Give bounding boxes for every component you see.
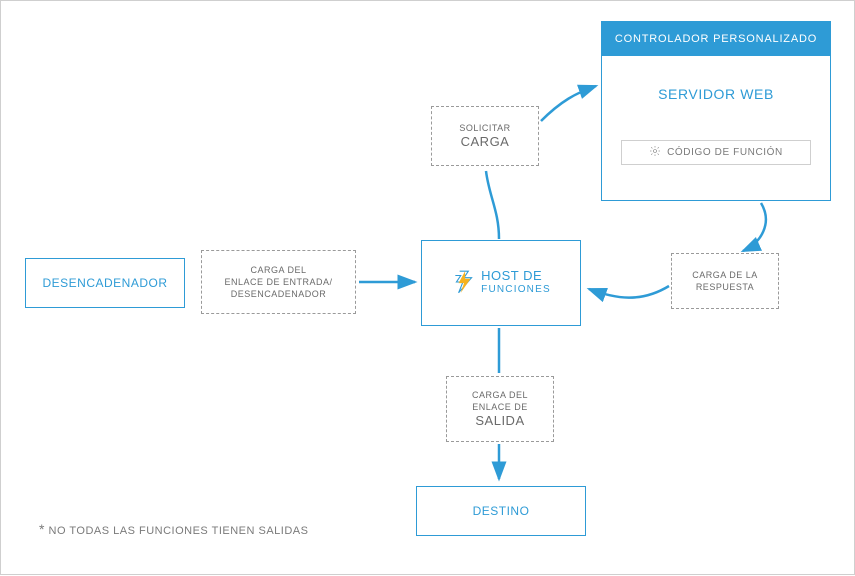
footnote: * NO TODAS LAS FUNCIONES TIENEN SALIDAS [39,521,308,537]
input-payload-line1: CARGA DEL [250,264,306,276]
functions-host-box: HOST DE FUNCIONES [421,240,581,326]
trigger-box: DESENCADENADOR [25,258,185,308]
response-line2: RESPUESTA [696,281,754,293]
destination-box: DESTINO [416,486,586,536]
footnote-asterisk: * [39,521,45,537]
arrow-request-to-controller [541,86,596,121]
arrow-response-to-host [589,286,669,298]
code-pill: CÓDIGO DE FUNCIÓN [621,140,811,165]
functions-host-top: HOST DE [481,269,542,283]
code-pill-label: CÓDIGO DE FUNCIÓN [667,147,783,158]
output-line1: CARGA DEL [472,389,528,401]
request-big: CARGA [461,134,510,150]
custom-controller-header: CONTROLADOR PERSONALIZADO [602,22,830,56]
gear-icon [649,145,661,160]
destination-label: DESTINO [473,504,530,518]
diagram-canvas: DESENCADENADOR CARGA DEL ENLACE DE ENTRA… [0,0,855,575]
arrow-host-to-request [486,171,499,239]
output-payload-box: CARGA DEL ENLACE DE SALIDA [446,376,554,442]
trigger-label: DESENCADENADOR [42,276,167,290]
request-payload-box: SOLICITAR CARGA [431,106,539,166]
output-line2: ENLACE DE [472,401,528,413]
response-line1: CARGA DE LA [692,269,758,281]
output-big: SALIDA [475,413,524,429]
input-payload-box: CARGA DEL ENLACE DE ENTRADA/ DESENCADENA… [201,250,356,314]
response-payload-box: CARGA DE LA RESPUESTA [671,253,779,309]
input-payload-line3: DESENCADENADOR [231,288,327,300]
request-small: SOLICITAR [459,122,510,134]
footnote-text: NO TODAS LAS FUNCIONES TIENEN SALIDAS [49,525,309,537]
functions-host-bottom: FUNCIONES [481,283,551,297]
input-payload-line2: ENLACE DE ENTRADA/ [224,276,332,288]
arrow-controller-to-response [743,203,766,251]
web-server-label: SERVIDOR WEB [658,86,774,102]
lightning-icon [451,269,477,298]
custom-controller-box: CONTROLADOR PERSONALIZADO SERVIDOR WEB [601,21,831,201]
